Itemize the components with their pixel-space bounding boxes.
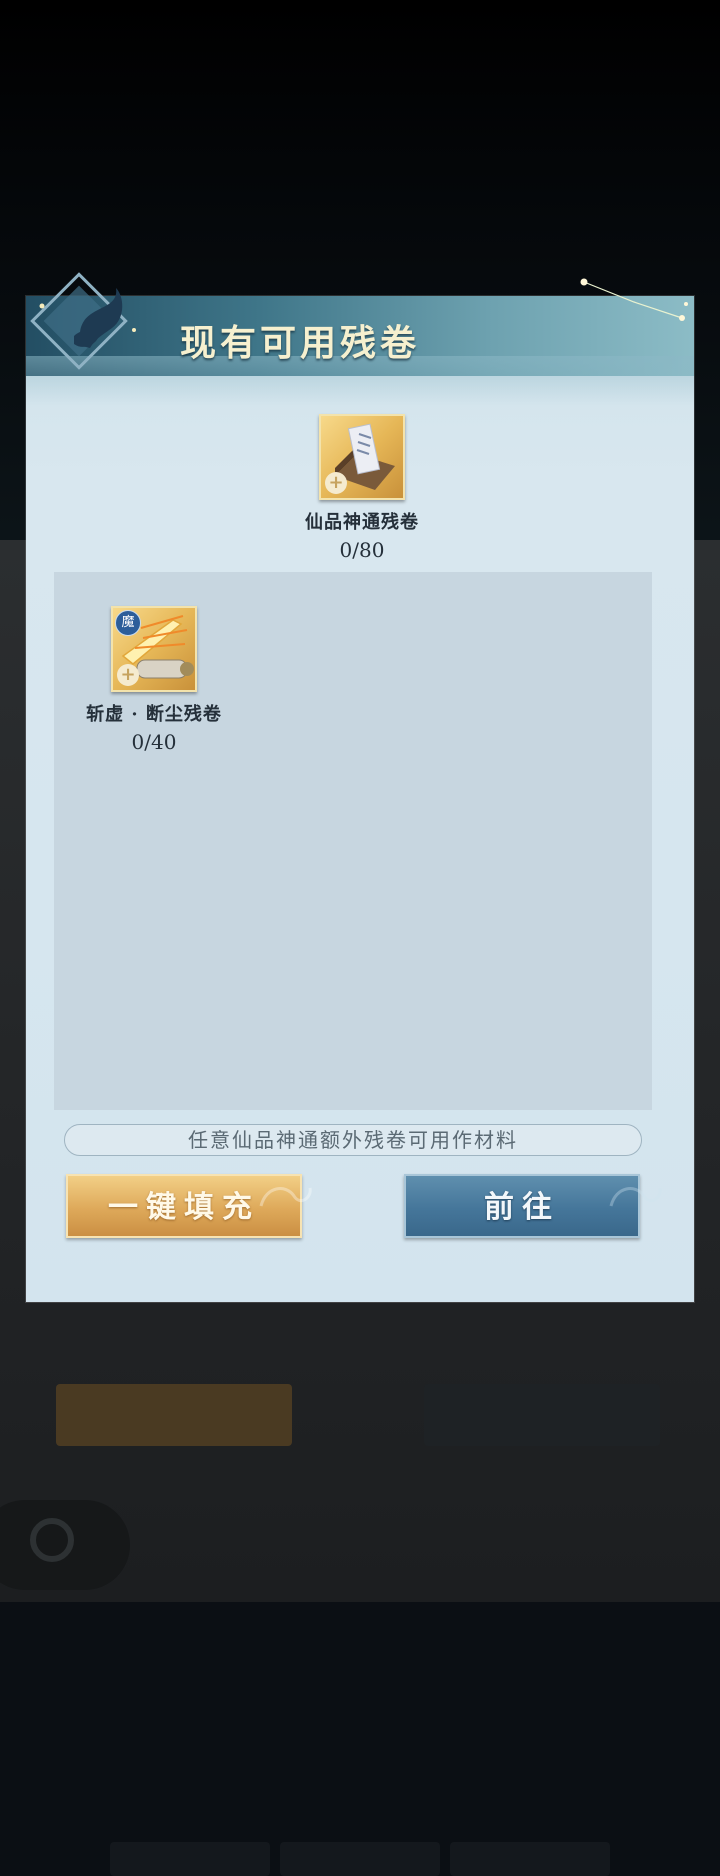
hint-text: 任意仙品神通额外残卷可用作材料	[64, 1124, 642, 1156]
dimmed-row-3	[450, 1842, 610, 1876]
fox-emblem-icon	[30, 272, 136, 370]
plus-icon: +	[117, 664, 139, 686]
faction-badge: 魔	[115, 610, 141, 636]
dimmed-row-1	[110, 1842, 270, 1876]
dimmed-row-2	[280, 1842, 440, 1876]
go-button[interactable]: 前往	[404, 1174, 640, 1238]
materials-area: 魔 + 斩虚 · 断尘残卷 0/40	[54, 572, 652, 1110]
scroll-box-icon: +	[319, 414, 405, 500]
dimmed-button-left	[56, 1384, 292, 1446]
required-item[interactable]: + 仙品神通残卷 0/80	[302, 414, 422, 562]
scroll-dialog: 现有可用残卷 + 仙品神通残卷 0/80 魔 + 斩虚 · 断尘残卷 0/40 …	[26, 272, 694, 1302]
dialog-title: 现有可用残卷	[180, 322, 421, 364]
dimmed-button-right	[424, 1384, 660, 1446]
material-item-name: 斩虚 · 断尘残卷	[86, 704, 222, 725]
cloud-ornament-icon	[609, 1187, 662, 1207]
back-button[interactable]	[0, 1500, 130, 1590]
golden-sword-scroll-icon: 魔 +	[111, 606, 197, 692]
required-item-count: 0/80	[339, 538, 385, 562]
required-item-name: 仙品神通残卷	[305, 512, 419, 533]
plus-icon: +	[325, 472, 347, 494]
back-icon	[30, 1518, 74, 1562]
material-item[interactable]: 魔 + 斩虚 · 断尘残卷 0/40	[84, 606, 224, 754]
cloud-ornament-icon	[259, 1187, 312, 1207]
material-item-count: 0/40	[131, 730, 177, 754]
constellation-icon	[580, 278, 688, 321]
